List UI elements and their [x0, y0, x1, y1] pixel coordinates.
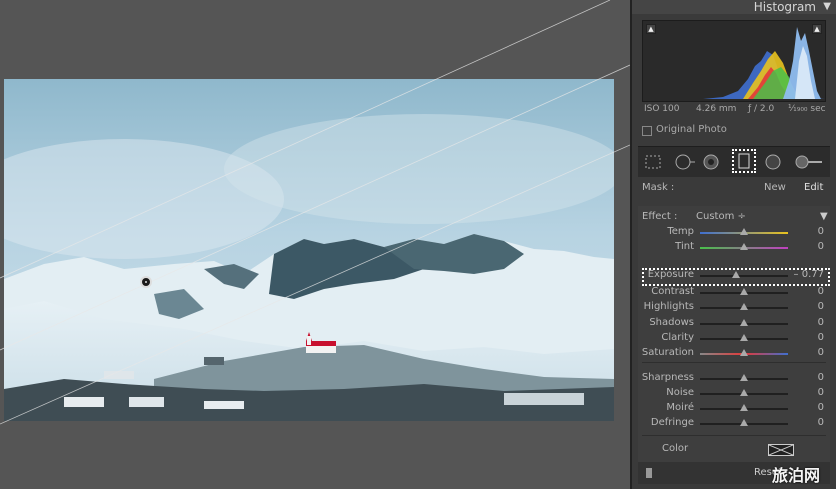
slider-label: Clarity — [661, 332, 694, 343]
filter-pin[interactable] — [140, 276, 152, 288]
slider-thumb[interactable] — [740, 389, 748, 396]
original-photo-label: Original Photo — [656, 124, 727, 135]
slider-thumb[interactable] — [740, 228, 748, 235]
effect-preset-select[interactable]: Custom ÷ — [696, 211, 746, 222]
slider-value: 0 — [817, 372, 824, 383]
slider-value: 0 — [817, 347, 824, 358]
shutter-value: ¹⁄₁₉₀₀ sec — [788, 104, 826, 114]
graduated-filter-icon[interactable] — [732, 149, 756, 173]
slider-shadows[interactable]: Shadows 0 — [638, 316, 830, 330]
slider-exposure[interactable]: Exposure – 0.77 — [638, 268, 830, 282]
slider-contrast[interactable]: Contrast 0 — [638, 285, 830, 299]
mask-label: Mask : — [642, 182, 675, 193]
slider-value: 0 — [817, 387, 824, 398]
adjustment-section: Effect : Custom ÷ ▼ Temp 0 Tint 0 Exposure – … — [638, 206, 830, 468]
slider-defringe[interactable]: Defringe 0 — [638, 416, 830, 430]
histogram-header[interactable]: Histogram ▼ — [632, 0, 836, 14]
slider-thumb[interactable] — [740, 419, 748, 426]
slider-value: – 0.77 — [793, 269, 824, 280]
mask-edit-button[interactable]: Edit — [804, 182, 823, 193]
histogram: ▲ ▲ — [642, 20, 826, 102]
radial-filter-icon[interactable] — [764, 153, 782, 171]
slider-thumb[interactable] — [740, 334, 748, 341]
slider-track[interactable] — [700, 275, 788, 277]
panel-switch-icon[interactable] — [646, 468, 652, 478]
slider-label: Exposure — [647, 269, 694, 280]
iso-value: ISO 100 — [644, 104, 680, 114]
slider-label: Temp — [667, 226, 694, 237]
slider-clarity[interactable]: Clarity 0 — [638, 331, 830, 345]
effect-label: Effect : — [642, 211, 678, 222]
slider-thumb[interactable] — [732, 271, 741, 278]
tool-strip — [638, 146, 830, 177]
slider-label: Moiré — [666, 402, 694, 413]
watermark-logo: 旅泊网 — [772, 466, 821, 485]
slider-label: Shadows — [649, 317, 694, 328]
slider-label: Saturation — [641, 347, 694, 358]
slider-thumb[interactable] — [740, 243, 748, 250]
slider-label: Defringe — [650, 417, 694, 428]
slider-value: 0 — [817, 417, 824, 428]
mask-new-button[interactable]: New — [764, 182, 786, 193]
color-label: Color — [662, 443, 689, 454]
slider-moir[interactable]: Moiré 0 — [638, 401, 830, 415]
slider-label: Contrast — [651, 286, 694, 297]
slider-temp[interactable]: Temp 0 — [638, 225, 830, 239]
slider-label: Tint — [675, 241, 694, 252]
slider-thumb[interactable] — [740, 303, 748, 310]
slider-value: 0 — [817, 317, 824, 328]
slider-value: 0 — [817, 301, 824, 312]
slider-thumb[interactable] — [740, 288, 748, 295]
slider-label: Sharpness — [641, 372, 694, 383]
original-photo-checkbox[interactable] — [642, 126, 652, 136]
aperture-value: ƒ / 2.0 — [748, 104, 775, 114]
slider-noise[interactable]: Noise 0 — [638, 386, 830, 400]
focal-length-value: 4.26 mm — [696, 104, 737, 114]
crop-overlay-icon[interactable] — [644, 153, 662, 171]
original-photo-toggle[interactable]: Original Photo — [642, 124, 742, 138]
collapse-triangle-icon[interactable]: ▼ — [823, 1, 831, 12]
histogram-graph — [643, 27, 825, 99]
graduated-filter-guides[interactable] — [0, 0, 630, 489]
slider-saturation[interactable]: Saturation 0 — [638, 346, 830, 360]
adjustment-brush-icon[interactable] — [794, 153, 824, 171]
color-swatch[interactable] — [768, 444, 794, 456]
spot-removal-icon[interactable] — [674, 153, 695, 171]
slider-thumb[interactable] — [740, 404, 748, 411]
divider — [642, 435, 826, 436]
slider-tint[interactable]: Tint 0 — [638, 240, 830, 254]
slider-value: 0 — [817, 241, 824, 252]
slider-sharpness[interactable]: Sharpness 0 — [638, 371, 830, 385]
red-eye-icon[interactable] — [702, 153, 720, 171]
slider-thumb[interactable] — [740, 349, 748, 356]
slider-highlights[interactable]: Highlights 0 — [638, 300, 830, 314]
slider-value: 0 — [817, 286, 824, 297]
mask-bar: Mask : New Edit — [638, 180, 830, 198]
slider-label: Highlights — [643, 301, 694, 312]
slider-thumb[interactable] — [740, 319, 748, 326]
slider-value: 0 — [817, 402, 824, 413]
effect-collapse-icon[interactable]: ▼ — [820, 211, 828, 222]
slider-label: Noise — [666, 387, 694, 398]
develop-panel: Histogram ▼ ▲ ▲ ISO 100 4.26 mm ƒ / 2.0 … — [630, 0, 836, 489]
slider-value: 0 — [817, 332, 824, 343]
divider — [642, 362, 826, 363]
slider-value: 0 — [817, 226, 824, 237]
image-canvas[interactable] — [0, 0, 630, 489]
slider-thumb[interactable] — [740, 374, 748, 381]
panel-title: Histogram — [753, 0, 816, 14]
